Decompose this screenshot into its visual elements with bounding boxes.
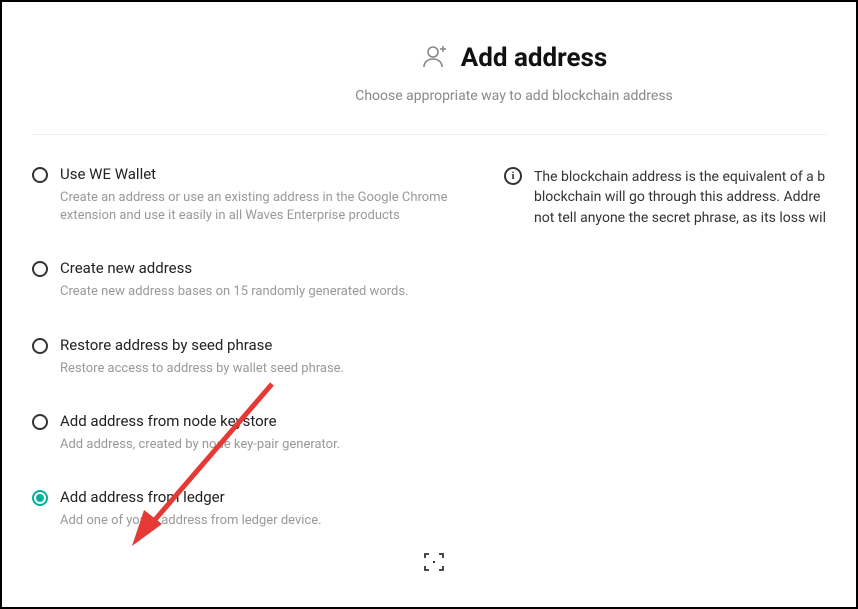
info-line: blockchain will go through this address.… bbox=[534, 187, 826, 207]
scan-icon[interactable] bbox=[422, 550, 446, 574]
page-subtitle: Choose appropriate way to add blockchain… bbox=[32, 88, 826, 104]
info-icon: i bbox=[504, 167, 522, 185]
option-text: Use WE Wallet Create an address or use a… bbox=[60, 165, 464, 225]
option-desc: Add address, created by node key-pair ge… bbox=[60, 436, 464, 454]
add-person-icon bbox=[421, 42, 449, 74]
option-text: Add address from node keystore Add addre… bbox=[60, 412, 464, 454]
option-add-from-keystore[interactable]: Add address from node keystore Add addre… bbox=[32, 412, 464, 454]
page-title: Add address bbox=[461, 43, 607, 73]
header-title-row: Add address bbox=[32, 42, 826, 74]
option-text: Restore address by seed phrase Restore a… bbox=[60, 336, 464, 378]
radio-icon bbox=[32, 490, 48, 506]
option-text: Add address from ledger Add one of yours… bbox=[60, 488, 464, 530]
page-header: Add address Choose appropriate way to ad… bbox=[32, 2, 826, 135]
radio-icon bbox=[32, 338, 48, 354]
content-area: Use WE Wallet Create an address or use a… bbox=[2, 135, 856, 530]
option-desc: Create new address bases on 15 randomly … bbox=[60, 283, 464, 301]
option-title: Restore address by seed phrase bbox=[60, 336, 464, 354]
info-text: The blockchain address is the equivalent… bbox=[534, 167, 826, 228]
option-restore-by-seed[interactable]: Restore address by seed phrase Restore a… bbox=[32, 336, 464, 378]
option-title: Add address from node keystore bbox=[60, 412, 464, 430]
info-line: not tell anyone the secret phrase, as it… bbox=[534, 208, 826, 228]
info-panel: i The blockchain address is the equivale… bbox=[464, 165, 826, 530]
option-desc: Create an address or use an existing add… bbox=[60, 189, 464, 225]
options-list: Use WE Wallet Create an address or use a… bbox=[32, 165, 464, 530]
option-create-new-address[interactable]: Create new address Create new address ba… bbox=[32, 259, 464, 301]
option-add-from-ledger[interactable]: Add address from ledger Add one of yours… bbox=[32, 488, 464, 530]
option-use-we-wallet[interactable]: Use WE Wallet Create an address or use a… bbox=[32, 165, 464, 225]
radio-icon bbox=[32, 261, 48, 277]
info-line: The blockchain address is the equivalent… bbox=[534, 167, 826, 187]
option-title: Create new address bbox=[60, 259, 464, 277]
option-title: Add address from ledger bbox=[60, 488, 464, 506]
option-text: Create new address Create new address ba… bbox=[60, 259, 464, 301]
option-desc: Add one of yours address from ledger dev… bbox=[60, 512, 464, 530]
option-title: Use WE Wallet bbox=[60, 165, 464, 183]
radio-icon bbox=[32, 414, 48, 430]
radio-icon bbox=[32, 167, 48, 183]
option-desc: Restore access to address by wallet seed… bbox=[60, 360, 464, 378]
